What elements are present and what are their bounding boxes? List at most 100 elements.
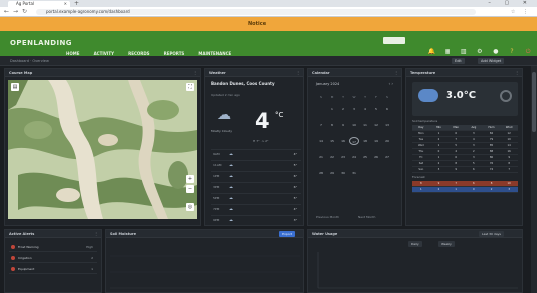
- new-tab-icon[interactable]: +: [74, 0, 79, 7]
- calendar-nav-icon[interactable]: ‹ ›: [389, 81, 393, 86]
- calendar-day[interactable]: 24: [349, 153, 359, 161]
- extension-icons[interactable]: ☆ ⋮: [511, 8, 531, 16]
- calendar-day[interactable]: 4: [360, 105, 370, 113]
- calendar-today[interactable]: 17: [349, 137, 359, 145]
- calendar-day[interactable]: 5: [371, 105, 381, 113]
- calendar-day[interactable]: 30: [338, 169, 348, 177]
- calendar-day[interactable]: 6: [382, 105, 392, 113]
- zoom-out-button[interactable]: −: [186, 185, 194, 193]
- calendar-day[interactable]: 11: [360, 121, 370, 129]
- calendar-day[interactable]: 9: [338, 121, 348, 129]
- calendar-day[interactable]: 8: [327, 121, 337, 129]
- calendar-day[interactable]: 29: [327, 169, 337, 177]
- forecast-low-row: 121023: [412, 187, 519, 193]
- calendar-day[interactable]: 1: [327, 105, 337, 113]
- forward-icon[interactable]: →: [13, 8, 18, 16]
- weather-panel-header: Weather ⋮: [205, 69, 303, 77]
- panel-menu-icon[interactable]: ⋮: [296, 69, 300, 77]
- help-icon[interactable]: ?: [506, 48, 517, 55]
- calendar-day[interactable]: 15: [327, 137, 337, 145]
- scrollbar-thumb[interactable]: [532, 72, 536, 132]
- temperature-unit: °C: [275, 111, 284, 119]
- edit-dashboard-button[interactable]: Edit: [452, 58, 465, 64]
- map-imagery: [8, 80, 197, 219]
- weekday-label: F: [375, 95, 377, 99]
- calendar-month: January 2024: [316, 82, 340, 86]
- daily-toggle[interactable]: Daily: [408, 241, 422, 247]
- calendar-day[interactable]: 13: [382, 121, 392, 129]
- calendar-day[interactable]: 21: [316, 153, 326, 161]
- user-icon[interactable]: ●: [490, 48, 501, 55]
- cloud-icon: ☁: [229, 173, 233, 178]
- bell-icon[interactable]: 🔔: [426, 48, 437, 55]
- locate-icon[interactable]: ◎: [186, 203, 194, 211]
- next-month-link[interactable]: Next Month: [358, 215, 375, 219]
- list-item[interactable]: Irrigation 2: [9, 253, 97, 263]
- back-icon[interactable]: ←: [4, 8, 9, 16]
- calendar-day[interactable]: 22: [327, 153, 337, 161]
- panel-menu-icon[interactable]: ⋮: [94, 230, 98, 238]
- moisture-panel: Soil Moisture Export: [105, 229, 304, 293]
- calendar-day[interactable]: 7: [316, 121, 326, 129]
- list-item[interactable]: Frost Warning High: [9, 242, 97, 252]
- cloud-icon: ☁: [229, 217, 233, 222]
- panel-menu-icon[interactable]: ⋮: [515, 69, 519, 77]
- gear-icon[interactable]: ⚙: [474, 48, 485, 55]
- usage-panel: Water Usage Last 30 days Daily Weekly: [307, 229, 523, 293]
- calendar-day[interactable]: 2: [338, 105, 348, 113]
- weekday-label: T: [364, 95, 366, 99]
- chart-icon[interactable]: ▥: [458, 48, 469, 55]
- map-panel-title: Course Map: [9, 71, 33, 75]
- current-temperature: 4: [255, 109, 270, 133]
- panel-menu-icon[interactable]: ⋮: [394, 69, 398, 77]
- calendar-day[interactable]: 18: [360, 137, 370, 145]
- cloud-icon: ☁: [217, 107, 231, 123]
- weekday-label: W: [352, 95, 356, 99]
- calendar-day[interactable]: 12: [371, 121, 381, 129]
- calendar-day[interactable]: 26: [371, 153, 381, 161]
- calendar-day[interactable]: 28: [316, 169, 326, 177]
- calendar-day[interactable]: 3: [349, 105, 359, 113]
- calendar-day[interactable]: 20: [382, 137, 392, 145]
- weather-panel: Weather ⋮ Bandon Dunes, Coos County Upda…: [204, 68, 304, 226]
- url-field[interactable]: portal.example-agronomy.com/dashboard: [36, 9, 476, 15]
- panel-menu-icon[interactable]: ⋮: [193, 69, 197, 77]
- export-button[interactable]: Export: [279, 231, 295, 237]
- hourly-time: 7PM: [213, 207, 220, 211]
- map-panel-header: Course Map ⋮: [5, 69, 200, 77]
- fullscreen-icon[interactable]: ⛶: [186, 83, 194, 91]
- high-low: H 7° · L 2°: [253, 139, 269, 143]
- range-filter[interactable]: Last 30 days: [478, 231, 504, 237]
- table-cell: 7: [500, 167, 519, 173]
- table-cell: 6: [465, 167, 483, 173]
- calendar-day[interactable]: 23: [338, 153, 348, 161]
- weekly-toggle[interactable]: Weekly: [438, 241, 455, 247]
- calendar-day[interactable]: 27: [382, 153, 392, 161]
- calendar-day[interactable]: 25: [360, 153, 370, 161]
- page-scrollbar[interactable]: [531, 66, 537, 293]
- calendar-day[interactable]: 10: [349, 121, 359, 129]
- reload-icon[interactable]: ↻: [22, 8, 27, 16]
- prev-month-link[interactable]: Previous Month: [316, 215, 339, 219]
- table-cell: 9: [447, 167, 466, 173]
- add-widget-button[interactable]: Add Widget: [478, 58, 505, 64]
- zoom-in-button[interactable]: +: [186, 175, 194, 183]
- app-header: OPENLANDING HOME ACTIVITY RECORDS REPORT…: [0, 31, 537, 56]
- hourly-time: 1PM: [213, 174, 220, 178]
- power-icon[interactable]: ⏻: [523, 48, 534, 56]
- list-item[interactable]: Equipment 1: [9, 264, 97, 274]
- calendar-icon[interactable]: ▦: [442, 48, 453, 55]
- forecast-low: 3: [500, 187, 519, 193]
- forecast-low: 0: [465, 187, 483, 193]
- calendar-day[interactable]: 31: [349, 169, 359, 177]
- map-layers-icon[interactable]: ▤: [11, 83, 19, 91]
- calendar-day[interactable]: 14: [316, 137, 326, 145]
- calendar-day[interactable]: 19: [371, 137, 381, 145]
- table-label: Soil temperature: [412, 119, 438, 123]
- window-controls[interactable]: – ▢ ✕: [488, 0, 533, 7]
- notification-banner[interactable]: Notice: [0, 17, 537, 31]
- dial-icon[interactable]: [500, 90, 512, 102]
- course-map[interactable]: ▤ ⛶ + − ◎: [8, 80, 197, 219]
- calendar-day[interactable]: 16: [338, 137, 348, 145]
- app-logo[interactable]: OPENLANDING: [10, 39, 72, 47]
